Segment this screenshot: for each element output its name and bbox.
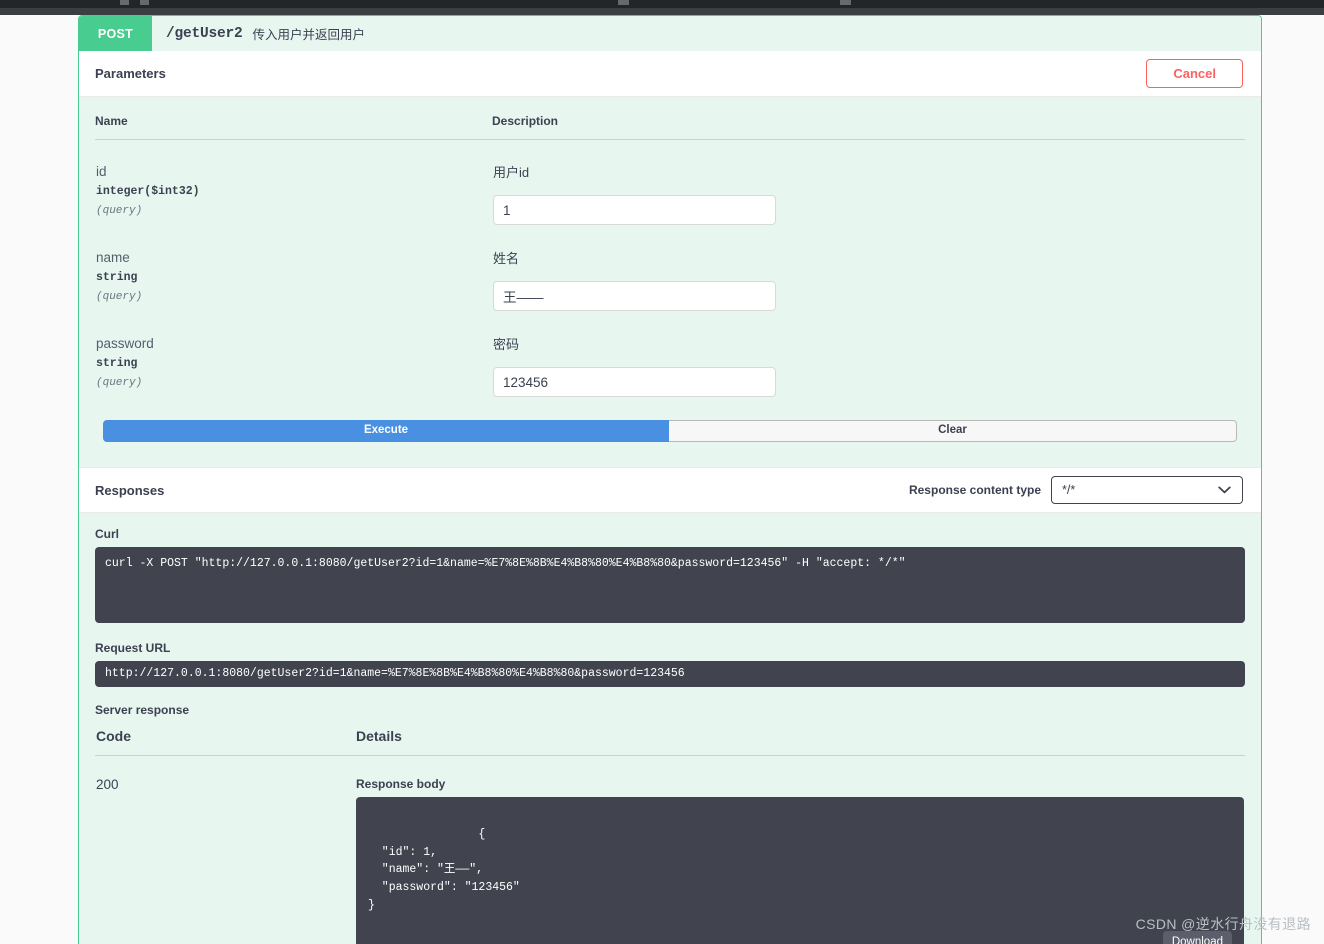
parameter-location: (query) (96, 374, 491, 393)
column-header-details: Details (355, 727, 1245, 756)
responses-body: Curl curl -X POST "http://127.0.0.1:8080… (79, 513, 1261, 944)
operation-summary[interactable]: POST /getUser2 传入用户并返回用户 (79, 16, 1261, 51)
parameter-name: password (96, 334, 491, 354)
operation-summary-text: 传入用户并返回用户 (253, 24, 366, 43)
responses-header: Responses Response content type */* (79, 467, 1261, 513)
parameter-name-cell: id integer($int32) (query) (95, 140, 492, 227)
browser-chrome-strip (0, 0, 1324, 8)
parameter-value-cell: 密码 (492, 312, 1245, 398)
chrome-artifact (140, 0, 149, 5)
parameter-name: id (96, 162, 491, 182)
response-body-block: { "id": 1, "name": "王——", "password": "1… (356, 797, 1244, 944)
request-url-block: http://127.0.0.1:8080/getUser2?id=1&name… (95, 661, 1245, 687)
curl-command-block: curl -X POST "http://127.0.0.1:8080/getU… (95, 547, 1245, 623)
browser-chrome-strip-lower (0, 8, 1324, 15)
curl-label: Curl (95, 527, 1245, 541)
server-response-label: Server response (95, 703, 1245, 717)
response-content-type-select[interactable]: */* (1051, 476, 1243, 504)
parameters-header: Parameters Cancel (79, 51, 1261, 97)
parameter-type: integer($int32) (96, 182, 491, 202)
response-body-label: Response body (356, 777, 1244, 791)
parameter-location: (query) (96, 288, 491, 307)
table-row: password string (query) 密码 (95, 312, 1245, 398)
column-header-description: Description (492, 114, 1245, 140)
parameter-description: 用户id (493, 162, 1244, 181)
parameter-value-cell: 用户id (492, 140, 1245, 227)
response-code-cell: 200 (95, 756, 355, 944)
parameter-input-id[interactable] (493, 195, 776, 225)
http-method-badge: POST (79, 16, 152, 51)
chrome-artifact (618, 0, 629, 5)
execute-button[interactable]: Execute (103, 420, 669, 442)
chevron-down-icon (1218, 486, 1231, 494)
server-response-table: Code Details 200 Response body { "id": 1… (95, 727, 1245, 944)
execute-clear-row: Execute Clear (103, 420, 1237, 442)
operation-block: POST /getUser2 传入用户并返回用户 Parameters Canc… (78, 15, 1262, 944)
parameter-name: name (96, 248, 491, 268)
parameters-table: Name Description id integer($int32) (que… (95, 114, 1245, 398)
parameter-location: (query) (96, 202, 491, 221)
parameter-name-cell: password string (query) (95, 312, 492, 398)
cancel-button[interactable]: Cancel (1146, 59, 1243, 88)
parameter-input-name[interactable] (493, 281, 776, 311)
parameter-input-password[interactable] (493, 367, 776, 397)
response-table-header-row: Code Details (95, 727, 1245, 756)
response-details-cell: Response body { "id": 1, "name": "王——", … (355, 756, 1245, 944)
parameter-name-cell: name string (query) (95, 226, 492, 312)
table-row: name string (query) 姓名 (95, 226, 1245, 312)
response-content-type-label: Response content type (909, 483, 1041, 497)
table-row: 200 Response body { "id": 1, "name": "王—… (95, 756, 1245, 944)
parameters-body: Name Description id integer($int32) (que… (79, 97, 1261, 467)
response-content-type-group: Response content type */* (909, 476, 1243, 504)
parameter-type: string (96, 268, 491, 288)
parameter-description: 姓名 (493, 248, 1244, 267)
response-content-type-value: */* (1062, 483, 1075, 497)
chrome-artifact (840, 0, 851, 5)
response-body-content: { "id": 1, "name": "王——", "password": "1… (368, 828, 520, 912)
csdn-watermark: CSDN @逆水行舟没有退路 (1136, 914, 1311, 934)
page-root: POST /getUser2 传入用户并返回用户 Parameters Canc… (0, 0, 1324, 944)
parameter-value-cell: 姓名 (492, 226, 1245, 312)
responses-title: Responses (95, 483, 164, 498)
table-row: id integer($int32) (query) 用户id (95, 140, 1245, 227)
chrome-artifact (120, 0, 129, 5)
operation-path: /getUser2 (166, 26, 243, 42)
parameters-table-header-row: Name Description (95, 114, 1245, 140)
clear-button[interactable]: Clear (669, 420, 1237, 442)
parameter-description: 密码 (493, 334, 1244, 353)
column-header-name: Name (95, 114, 492, 140)
column-header-code: Code (95, 727, 355, 756)
response-status-code: 200 (96, 777, 354, 792)
request-url-label: Request URL (95, 641, 1245, 655)
parameter-type: string (96, 354, 491, 374)
parameters-title: Parameters (95, 66, 166, 81)
